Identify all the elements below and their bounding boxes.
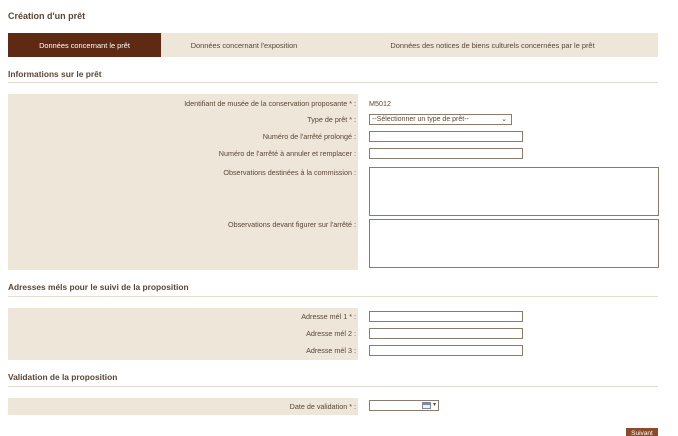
validation-date-input[interactable]: ▾ [369,400,439,411]
chevron-down-icon[interactable]: ▾ [433,401,436,408]
extended-decree-input[interactable] [369,131,523,142]
museum-id-label: Identifiant de musée de la conservation … [184,99,356,108]
chevron-down-icon: ⌄ [501,116,507,123]
loan-type-label: Type de prêt * : [307,115,356,124]
cancel-decree-input[interactable] [369,148,523,159]
decree-observations-label: Observations devant figurer sur l'arrêté… [227,220,356,229]
tab-bar: Données concernant le prêt Données conce… [8,33,658,57]
tab-cultural-goods-data[interactable]: Données des notices de biens culturels c… [327,33,658,57]
validation-date-label: Date de validation * : [289,402,356,411]
calendar-icon[interactable] [422,402,431,409]
validation-heading: Validation de la proposition [8,372,118,382]
commission-observations-textarea[interactable] [369,167,659,216]
tab-loan-data[interactable]: Données concernant le prêt [8,33,161,57]
email1-label: Adresse mél 1 * : [301,312,356,321]
validation-panel: Date de validation * : ▾ [8,398,658,415]
decree-observations-textarea[interactable] [369,219,659,268]
extended-decree-label: Numéro de l'arrêté prolongé : [262,132,356,141]
loan-type-select[interactable]: --Sélectionner un type de prêt-- ⌄ [369,114,512,125]
loan-info-panel: Identifiant de musée de la conservation … [8,94,659,270]
tab-exhibition-data[interactable]: Données concernant l'exposition [161,33,327,57]
commission-observations-label: Observations destinées à la commission : [223,168,356,177]
emails-divider [8,296,658,297]
emails-heading: Adresses méls pour le suivi de la propos… [8,282,189,292]
email1-input[interactable] [369,311,523,322]
emails-panel: Adresse mél 1 * : Adresse mél 2 : Adress… [8,308,658,360]
next-button[interactable]: Suivant [626,428,658,436]
loan-type-selected-value: --Sélectionner un type de prêt-- [372,116,469,123]
validation-divider [8,386,658,387]
email3-label: Adresse mél 3 : [306,346,356,355]
museum-id-value: M5012 [369,99,391,108]
page-title: Création d'un prêt [8,11,86,21]
email2-input[interactable] [369,328,523,339]
loan-info-label-column [8,94,358,270]
loan-info-heading: Informations sur le prêt [8,69,102,79]
email2-label: Adresse mél 2 : [306,329,356,338]
email3-input[interactable] [369,345,523,356]
loan-info-divider [8,82,658,83]
cancel-decree-label: Numéro de l'arrêté à annuler et remplace… [218,149,356,158]
